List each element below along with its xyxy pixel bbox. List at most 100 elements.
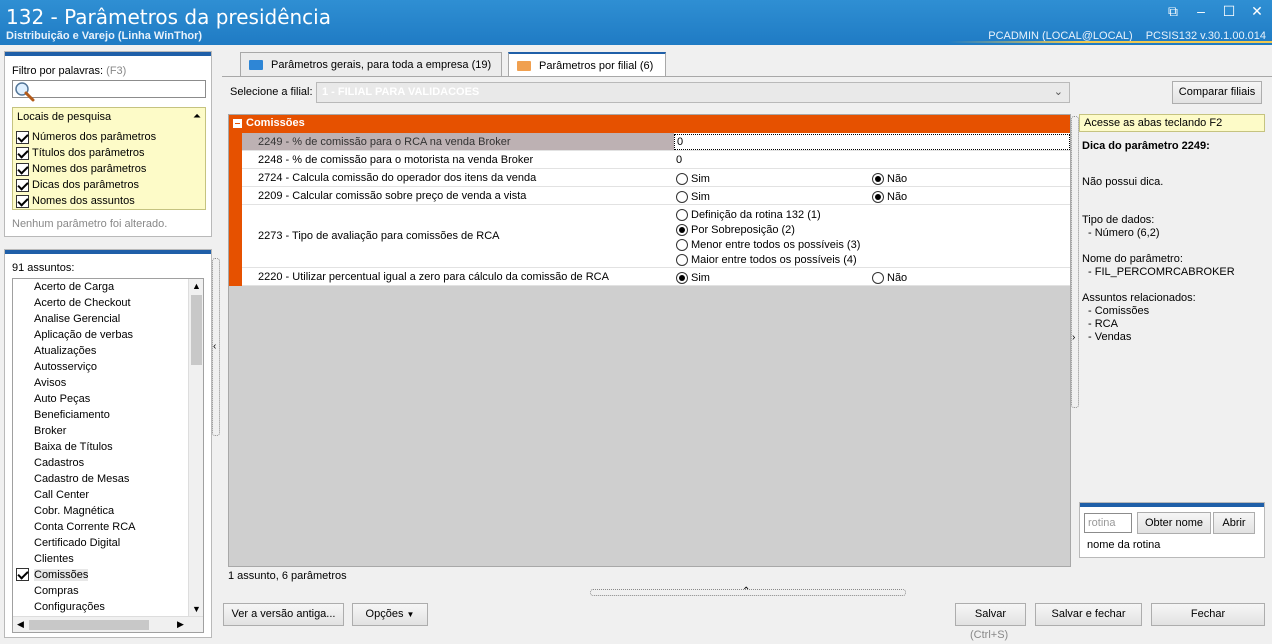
list-item[interactable]: Compras — [13, 583, 191, 599]
list-item-label: Broker — [34, 425, 67, 437]
chevron-left-icon[interactable]: ‹ — [213, 341, 219, 352]
list-item[interactable]: Broker — [13, 423, 191, 439]
radio-option[interactable]: Não — [872, 270, 907, 285]
chevron-down-icon[interactable]: ⌄ — [1054, 83, 1063, 102]
collapse-icon[interactable]: ⏶ — [193, 111, 201, 122]
scroll-up-icon[interactable]: ▲ — [189, 279, 203, 294]
location-option[interactable]: Números dos parâmetros — [16, 129, 156, 145]
list-item[interactable]: Atualizações — [13, 343, 191, 359]
list-item[interactable]: Cadastros — [13, 455, 191, 471]
open-button[interactable]: Abrir — [1213, 512, 1255, 534]
branch-select[interactable]: 1 - FILIAL PARA VALIDACOES ⌄ — [316, 82, 1070, 103]
location-option[interactable]: Nomes dos assuntos — [16, 193, 135, 209]
radio-button[interactable] — [676, 253, 688, 266]
parameter-row[interactable]: 2273 - Tipo de avaliação para comissões … — [242, 205, 1070, 268]
tab-general-parameters[interactable]: Parâmetros gerais, para toda a empresa (… — [240, 52, 502, 76]
list-item[interactable]: Cadastro de Mesas — [13, 471, 191, 487]
list-item[interactable]: Certificado Digital — [13, 535, 191, 551]
checkbox[interactable] — [16, 194, 29, 208]
list-item[interactable]: Autosserviço — [13, 359, 191, 375]
checkbox[interactable] — [16, 162, 29, 176]
left-splitter[interactable]: ‹ — [212, 258, 220, 436]
list-item[interactable]: Acerto de Carga — [13, 279, 191, 295]
radio-option[interactable]: Maior entre todos os possíveis (4) — [676, 252, 857, 267]
close-button[interactable]: Fechar — [1151, 603, 1265, 626]
options-button[interactable]: Opções ▼ — [352, 603, 428, 626]
list-item[interactable]: Configurações — [13, 599, 191, 615]
location-option[interactable]: Nomes dos parâmetros — [16, 161, 146, 177]
save-and-close-button[interactable]: Salvar e fechar — [1035, 603, 1142, 626]
radio-button[interactable] — [676, 208, 688, 221]
search-input[interactable] — [12, 80, 206, 98]
chevron-right-icon[interactable]: › — [1072, 332, 1075, 343]
list-item[interactable]: Call Center — [13, 487, 191, 503]
parameter-row[interactable]: 2249 - % de comissão para o RCA na venda… — [242, 133, 1070, 151]
list-item[interactable]: Avisos — [13, 375, 191, 391]
vertical-scrollbar[interactable]: ▲ ▼ — [188, 279, 203, 617]
maximize-icon[interactable]: ☐ — [1222, 4, 1236, 18]
radio-button[interactable] — [676, 172, 688, 185]
radio-option[interactable]: Sim — [676, 270, 710, 285]
list-item[interactable]: Clientes — [13, 551, 191, 567]
scroll-thumb[interactable] — [29, 620, 149, 630]
radio-button[interactable] — [676, 238, 688, 251]
radio-option[interactable]: Não — [872, 189, 907, 204]
save-button[interactable]: Salvar — [955, 603, 1026, 626]
radio-button[interactable] — [676, 223, 688, 236]
parameter-row[interactable]: 2209 - Calcular comissão sobre preço de … — [242, 187, 1070, 205]
radio-option[interactable]: Sim — [676, 171, 710, 186]
get-name-button[interactable]: Obter nome — [1137, 512, 1211, 534]
radio-button[interactable] — [872, 190, 884, 203]
chevron-up-icon[interactable]: ⌃ — [742, 586, 750, 597]
radio-button[interactable] — [676, 190, 688, 203]
checkbox[interactable] — [16, 568, 29, 581]
list-item[interactable]: Analise Gerencial — [13, 311, 191, 327]
checkbox[interactable] — [16, 178, 29, 192]
list-item[interactable]: Baixa de Títulos — [13, 439, 191, 455]
location-option[interactable]: Títulos dos parâmetros — [16, 145, 145, 161]
radio-button[interactable] — [872, 271, 884, 284]
radio-button[interactable] — [676, 271, 688, 284]
horizontal-scrollbar[interactable]: ◀ ▶ — [13, 616, 203, 632]
radio-option[interactable]: Sim — [676, 189, 710, 204]
location-option[interactable]: Dicas dos parâmetros — [16, 177, 139, 193]
scroll-down-icon[interactable]: ▼ — [189, 602, 203, 617]
list-item-label: Atualizações — [34, 345, 97, 357]
restore-icon[interactable]: ⧉ — [1166, 4, 1180, 18]
routine-input[interactable]: rotina — [1084, 513, 1132, 533]
parameter-value[interactable]: 0 — [676, 154, 682, 166]
list-item-label: Configurações — [34, 601, 105, 613]
radio-option[interactable]: Por Sobreposição (2) — [676, 222, 795, 237]
close-icon[interactable]: ✕ — [1250, 4, 1264, 18]
locations-title: Locais de pesquisa — [17, 111, 112, 123]
radio-option[interactable]: Menor entre todos os possíveis (3) — [676, 237, 860, 252]
tab-branch-parameters[interactable]: Parâmetros por filial (6) — [508, 52, 666, 77]
list-item[interactable]: Conta Corrente RCA — [13, 519, 191, 535]
list-item[interactable]: Cobr. Magnética — [13, 503, 191, 519]
list-item[interactable]: Acerto de Checkout — [13, 295, 191, 311]
parameter-value-input[interactable]: 0 — [674, 134, 1070, 150]
parameter-row[interactable]: 2724 - Calcula comissão do operador dos … — [242, 169, 1070, 187]
list-item[interactable]: Aplicação de verbas — [13, 327, 191, 343]
parameter-row[interactable]: 2248 - % de comissão para o motorista na… — [242, 151, 1070, 169]
list-item[interactable]: Comissões — [13, 567, 191, 583]
radio-option[interactable]: Definição da rotina 132 (1) — [676, 207, 821, 222]
checkbox[interactable] — [16, 130, 29, 144]
compare-branches-button[interactable]: Comparar filiais — [1172, 81, 1262, 104]
right-splitter[interactable]: › — [1071, 116, 1079, 408]
list-item-label: Baixa de Títulos — [34, 441, 113, 453]
radio-option[interactable]: Não — [872, 171, 907, 186]
list-item[interactable]: Auto Peças — [13, 391, 191, 407]
scroll-thumb[interactable] — [191, 295, 202, 365]
radio-button[interactable] — [872, 172, 884, 185]
collapse-group-icon[interactable] — [233, 119, 242, 128]
bottom-splitter[interactable]: ⌃ — [590, 586, 906, 597]
parameter-row[interactable]: 2220 - Utilizar percentual igual a zero … — [242, 268, 1070, 286]
checkbox[interactable] — [16, 146, 29, 160]
minimize-icon[interactable]: ‒ — [1194, 4, 1208, 18]
group-header[interactable]: Comissões — [229, 115, 1070, 133]
scroll-right-icon[interactable]: ▶ — [173, 617, 188, 632]
scroll-left-icon[interactable]: ◀ — [13, 617, 28, 632]
list-item[interactable]: Beneficiamento — [13, 407, 191, 423]
old-version-button[interactable]: Ver a versão antiga... — [223, 603, 344, 626]
